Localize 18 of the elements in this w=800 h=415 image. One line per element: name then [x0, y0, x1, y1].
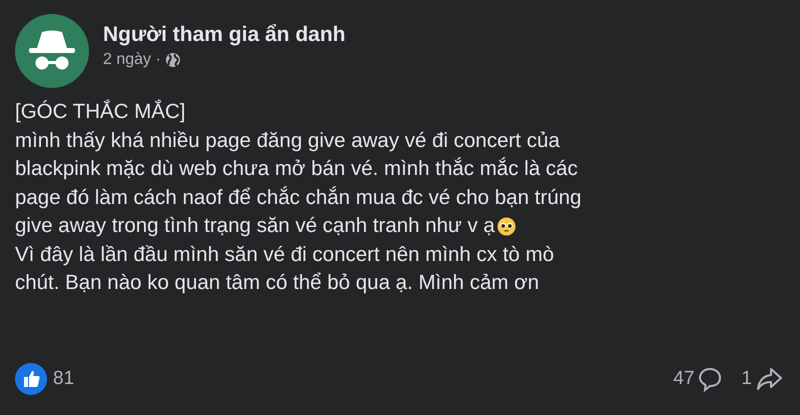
comment-count[interactable]: 47: [673, 368, 694, 390]
post-time[interactable]: 2 ngày ·: [103, 51, 161, 69]
post-text: give away trong tình trạng săn vé cạnh tranh như v ạ: [15, 213, 495, 239]
like-count[interactable]: 81: [53, 368, 74, 390]
emoji-icon: [496, 216, 516, 236]
globe-icon: [164, 52, 181, 68]
author-name[interactable]: Người tham gia ẩn danh: [103, 23, 346, 47]
share-icon[interactable]: [755, 366, 783, 392]
post-text: Vì đây là lần đầu mình săn vé đi concert nên mình cx tò mò: [15, 242, 554, 268]
share-count[interactable]: 1: [741, 368, 752, 390]
post-text: [GÓC THẮC MẮC]: [15, 98, 186, 125]
post-text: mình thấy khá nhiều page đăng give away vé đi concert của: [15, 128, 560, 154]
post-text: blackpink mặc dù web chưa mở bán vé. mình thắc mắc là các: [15, 156, 578, 182]
post-text: page đó làm cách naof để chắc chắn mua đc vé cho bạn trúng: [15, 184, 582, 210]
comment-icon[interactable]: [697, 366, 724, 392]
avatar-icon: [15, 14, 89, 88]
like-icon[interactable]: [15, 363, 47, 395]
post-text: chút. Bạn nào ko quan tâm có thể bỏ qua ạ. Mình cảm ơn: [15, 270, 539, 296]
